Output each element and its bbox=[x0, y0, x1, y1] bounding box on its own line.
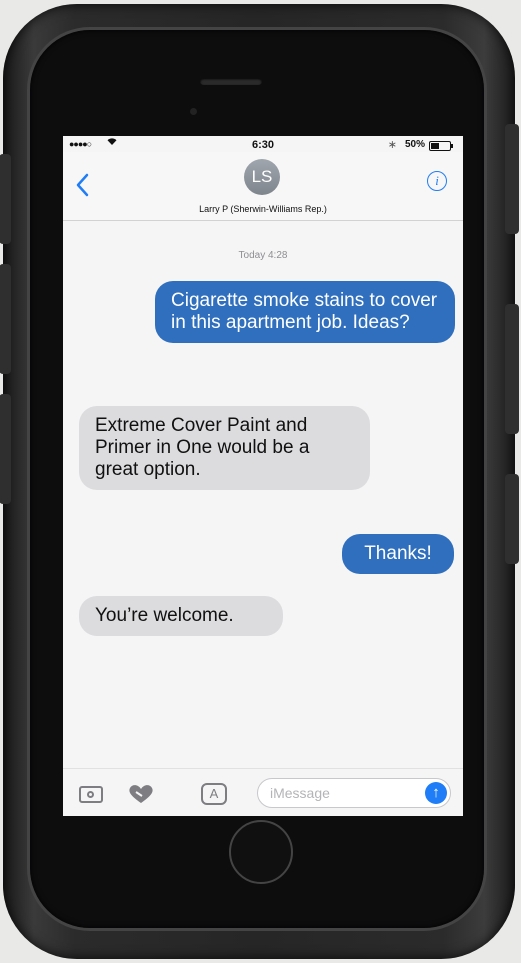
contact-name[interactable]: Larry P (Sherwin-Williams Rep.) bbox=[63, 204, 463, 214]
app-store-icon[interactable]: A bbox=[201, 783, 227, 805]
avatar[interactable]: LS bbox=[244, 159, 280, 195]
info-icon[interactable]: i bbox=[427, 171, 447, 191]
message-composer: A iMessage ↑ bbox=[63, 768, 463, 816]
case-side-button bbox=[505, 474, 519, 564]
case-side-button bbox=[0, 394, 11, 504]
home-button[interactable] bbox=[229, 820, 293, 884]
case-side-button bbox=[0, 154, 11, 244]
arrow-up-icon[interactable]: ↑ bbox=[425, 782, 447, 804]
messages-screen: ●●●●○ 6:30 ∗ 50% LS Larry P (Sherwin-Wil… bbox=[63, 136, 463, 816]
bluetooth-icon: ∗ bbox=[387, 139, 397, 151]
message-bubble-sent[interactable]: Cigarette smoke stains to cover in this … bbox=[155, 281, 455, 343]
imessage-input[interactable]: iMessage ↑ bbox=[257, 778, 451, 808]
front-camera bbox=[190, 108, 197, 115]
battery-fill bbox=[431, 143, 439, 149]
camera-icon[interactable] bbox=[79, 786, 103, 803]
message-timestamp: Today 4:28 bbox=[238, 250, 288, 261]
status-bar: ●●●●○ 6:30 ∗ 50% bbox=[63, 136, 463, 152]
case-side-button bbox=[505, 304, 519, 434]
heart-icon[interactable] bbox=[127, 783, 155, 810]
status-time: 6:30 bbox=[251, 139, 275, 151]
input-placeholder: iMessage bbox=[270, 785, 330, 801]
message-bubble-received[interactable]: You’re welcome. bbox=[79, 596, 283, 636]
conversation-header: LS Larry P (Sherwin-Williams Rep.) i bbox=[63, 152, 463, 221]
case-side-button bbox=[0, 264, 11, 374]
chevron-left-icon[interactable] bbox=[75, 170, 89, 202]
battery-icon bbox=[429, 141, 453, 151]
message-bubble-sent[interactable]: Thanks! bbox=[342, 534, 454, 574]
case-side-button bbox=[505, 124, 519, 234]
earpiece-speaker bbox=[200, 78, 262, 85]
battery-percent: 50% bbox=[404, 139, 425, 150]
message-bubble-received[interactable]: Extreme Cover Paint and Primer in One wo… bbox=[79, 406, 370, 490]
